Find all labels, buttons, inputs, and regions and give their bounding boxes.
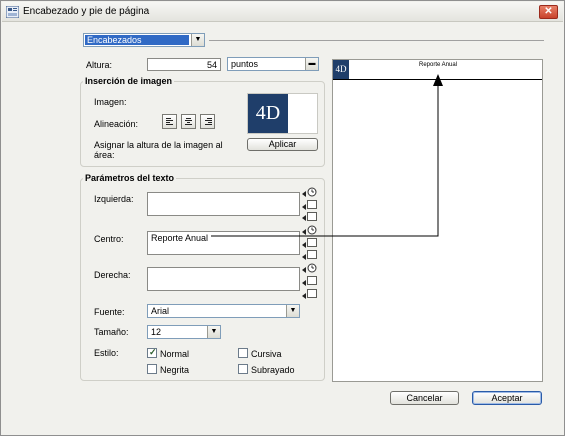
connector-arrow — [211, 74, 443, 237]
accept-button[interactable]: Aceptar — [472, 391, 542, 405]
cancel-button[interactable]: Cancelar — [390, 391, 459, 405]
dialog-window: Encabezado y pie de página ✕ Encabezados… — [0, 0, 565, 436]
